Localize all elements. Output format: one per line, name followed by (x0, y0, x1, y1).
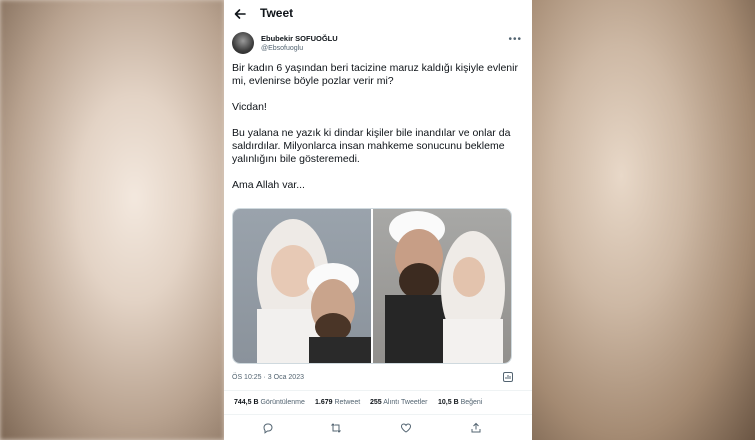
author-name[interactable]: Ebubekir SOFUOĞLU (261, 34, 338, 43)
more-dots-icon[interactable]: ••• (508, 34, 522, 45)
page-title: Tweet (260, 6, 294, 20)
photo-left-graphic (257, 219, 371, 363)
stat-retweets[interactable]: 1.679 Retweet (315, 399, 360, 406)
author-handle[interactable]: @Ebsofuoglu (261, 45, 303, 52)
stat-likes[interactable]: 10,5 B Beğeni (438, 399, 482, 406)
like-icon[interactable] (400, 422, 412, 434)
retweet-icon[interactable] (330, 422, 342, 434)
tweet-media[interactable] (232, 208, 512, 364)
tweet-text: Bir kadın 6 yaşından beri tacizine maruz… (232, 62, 518, 191)
back-arrow-icon[interactable] (232, 6, 248, 22)
avatar[interactable] (232, 32, 254, 54)
photo-left[interactable] (233, 209, 371, 363)
reply-icon[interactable] (262, 422, 274, 434)
background-right (532, 0, 755, 440)
photo-right[interactable] (373, 209, 511, 363)
tweet-card: Tweet Ebubekir SOFUOĞLU @Ebsofuoglu ••• … (224, 0, 532, 440)
timestamp[interactable]: ÖS 10:25 · 3 Oca 2023 (232, 374, 304, 381)
share-icon[interactable] (470, 422, 482, 434)
analytics-icon[interactable] (502, 371, 514, 383)
top-bar: Tweet (224, 0, 532, 28)
action-bar (224, 418, 532, 438)
photo-right-graphic (385, 211, 505, 363)
stat-views[interactable]: 744,5 B Görüntülenme (234, 399, 305, 406)
divider (224, 414, 532, 415)
stat-quotes[interactable]: 255 Alıntı Tweetler (370, 399, 427, 406)
divider (224, 390, 532, 391)
background-left (0, 0, 224, 440)
